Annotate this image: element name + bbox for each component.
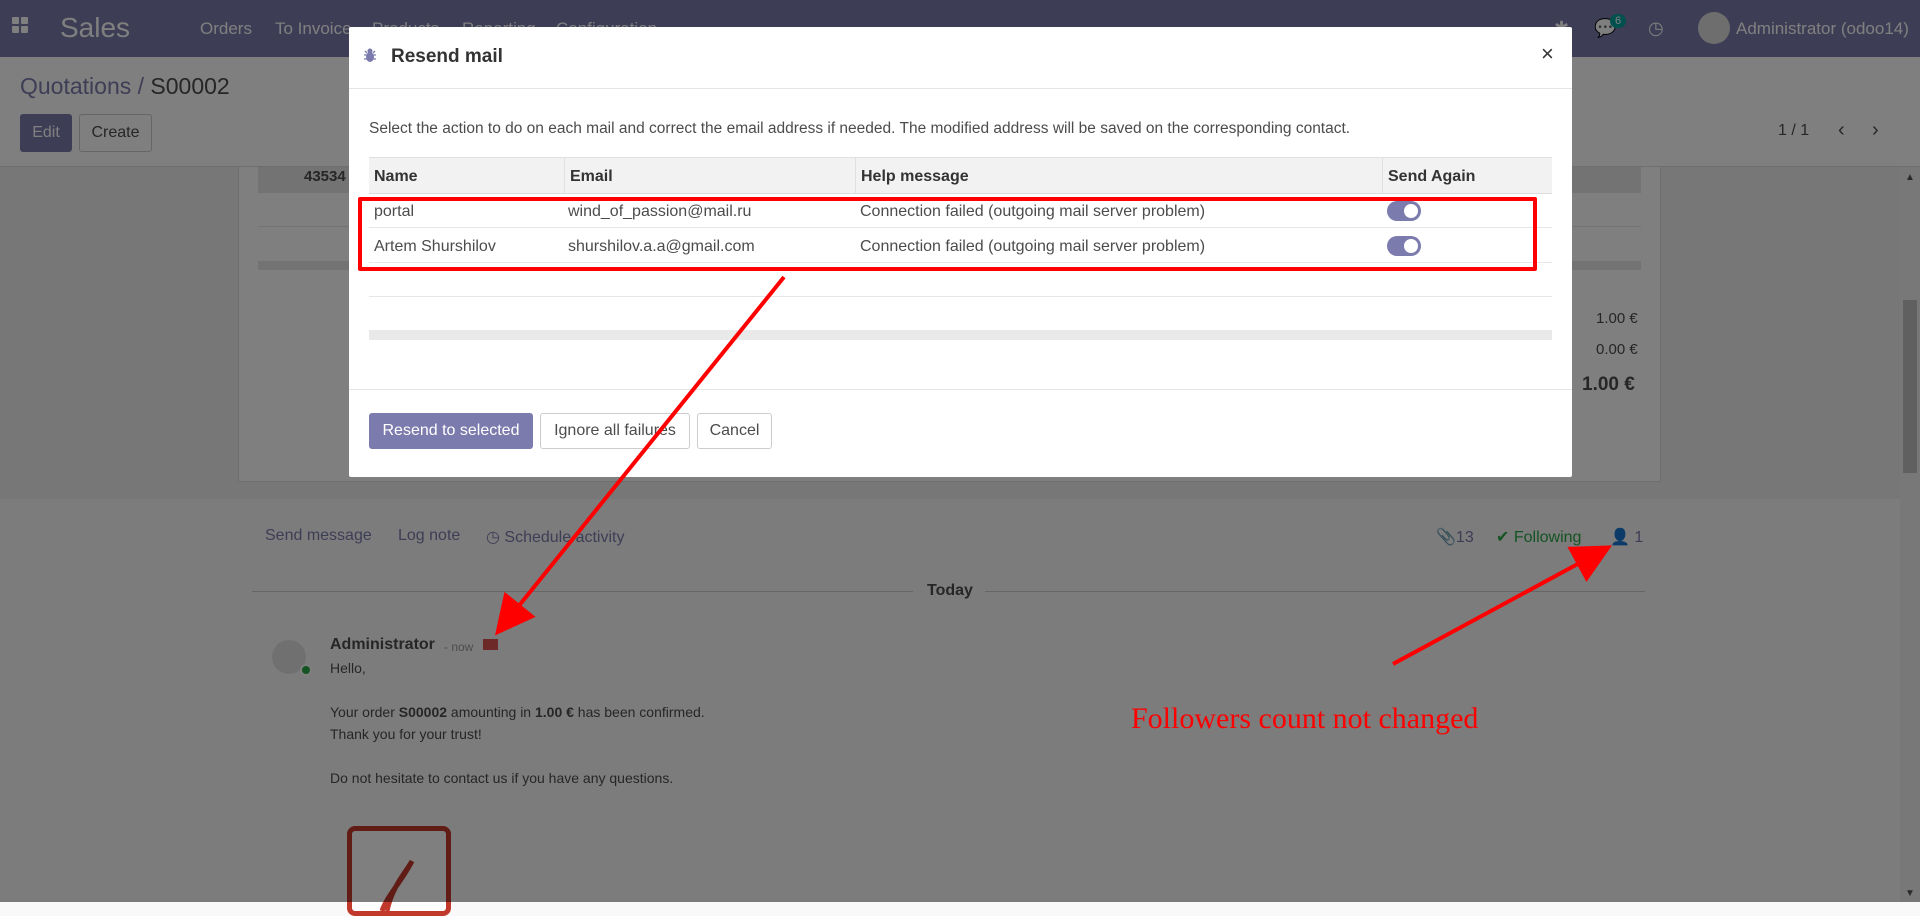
annotation-arrow-to-envelope — [494, 275, 786, 636]
annotation-text: Followers count not changed — [1131, 702, 1479, 735]
annotation-arrow-to-followers — [1392, 545, 1613, 666]
annotation-arrows — [494, 275, 1613, 666]
